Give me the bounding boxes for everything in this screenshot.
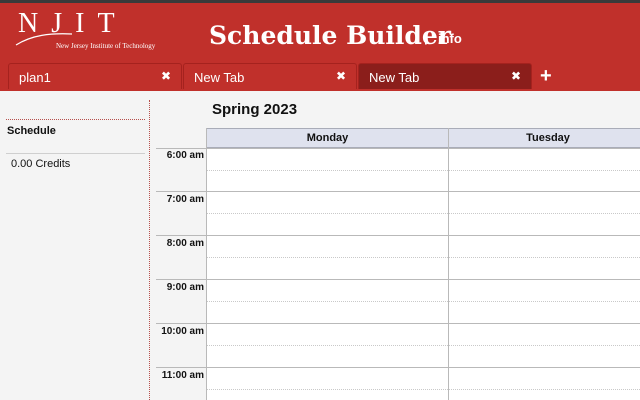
tab-label: New Tab bbox=[369, 70, 420, 85]
sidebar bbox=[0, 91, 150, 400]
page-title: Schedule Builder bbox=[209, 21, 451, 50]
tab-plan1[interactable]: plan1 ✖ bbox=[8, 63, 182, 89]
info-link[interactable]: info bbox=[438, 31, 462, 46]
sidebar-divider bbox=[6, 119, 145, 120]
semester-title: Spring 2023 bbox=[212, 101, 298, 118]
title-separator: | bbox=[424, 30, 428, 45]
logo-subtitle: New Jersey Institute of Technology bbox=[56, 42, 156, 50]
tab-label: plan1 bbox=[19, 70, 51, 85]
hour-line bbox=[156, 323, 640, 324]
add-tab-button[interactable]: + bbox=[540, 65, 552, 87]
close-icon[interactable]: ✖ bbox=[336, 69, 346, 83]
tab-new-tab-1[interactable]: New Tab ✖ bbox=[183, 63, 357, 89]
tab-new-tab-2[interactable]: New Tab ✖ bbox=[358, 63, 532, 89]
schedule-grid: Monday Tuesday 6:00 am 7:00 am 8:00 am 9… bbox=[156, 128, 640, 400]
time-label: 7:00 am bbox=[166, 194, 204, 205]
half-hour-line bbox=[206, 301, 640, 302]
hour-line bbox=[156, 148, 640, 149]
credits-total: 0.00 Credits bbox=[11, 158, 71, 170]
half-hour-line bbox=[206, 213, 640, 214]
close-icon[interactable]: ✖ bbox=[511, 69, 521, 83]
time-label: 10:00 am bbox=[161, 326, 204, 337]
hour-line bbox=[156, 367, 640, 368]
hour-line bbox=[156, 191, 640, 192]
tab-label: New Tab bbox=[194, 70, 245, 85]
day-header-monday: Monday bbox=[206, 128, 449, 148]
day-header-tuesday: Tuesday bbox=[448, 128, 640, 148]
half-hour-line bbox=[206, 257, 640, 258]
time-label: 8:00 am bbox=[166, 238, 204, 249]
half-hour-line bbox=[206, 345, 640, 346]
time-label: 9:00 am bbox=[166, 282, 204, 293]
njit-logo[interactable]: NJIT New Jersey Institute of Technology bbox=[14, 9, 164, 59]
close-icon[interactable]: ✖ bbox=[161, 69, 171, 83]
sidebar-heading: Schedule bbox=[7, 125, 56, 137]
hour-line bbox=[156, 279, 640, 280]
time-label: 6:00 am bbox=[166, 150, 204, 161]
sidebar-divider bbox=[6, 153, 145, 154]
grid-background bbox=[206, 148, 640, 400]
hour-line bbox=[156, 235, 640, 236]
column-divider bbox=[448, 128, 449, 400]
column-divider bbox=[206, 128, 207, 400]
half-hour-line bbox=[206, 389, 640, 390]
half-hour-line bbox=[206, 170, 640, 171]
sidebar-border bbox=[149, 100, 150, 400]
time-label: 11:00 am bbox=[161, 370, 204, 381]
